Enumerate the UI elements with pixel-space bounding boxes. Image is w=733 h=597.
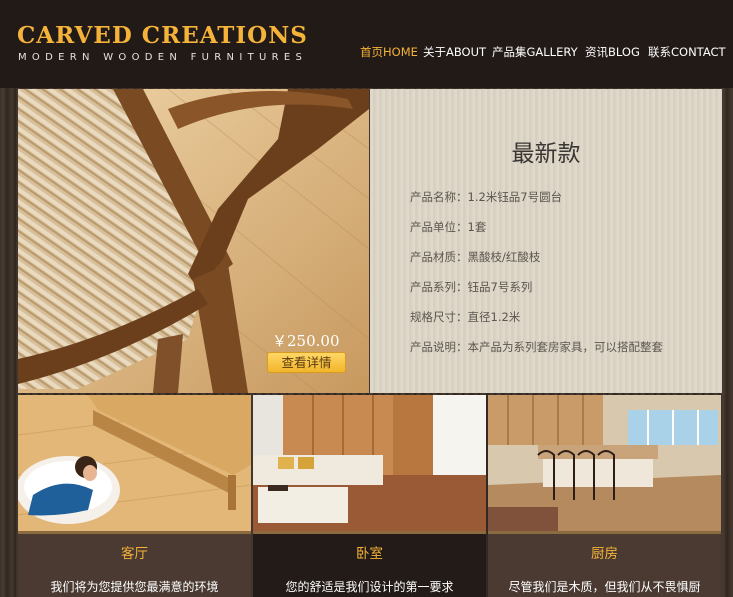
room-card-bedroom[interactable]: 卧室 您的舒适是我们设计的第一要求 xyxy=(253,395,486,597)
nav-blog[interactable]: 资讯BLOG xyxy=(585,44,640,60)
spec-unit: 产品单位：1套 xyxy=(410,220,487,234)
bedroom-caption: 卧室 您的舒适是我们设计的第一要求 xyxy=(253,531,486,597)
nav-contact[interactable]: 联系CONTACT xyxy=(648,44,726,60)
living-room-caption: 客厅 我们将为您提供您最满意的环境 xyxy=(18,531,251,597)
room-title-living[interactable]: 客厅 xyxy=(18,542,251,562)
spec-description: 产品说明：本产品为系列套房家具，可以搭配整套 xyxy=(410,340,663,354)
spec-name: 产品名称：1.2米钰品7号圆台 xyxy=(410,190,563,204)
kitchen-image xyxy=(488,395,721,531)
site-header: CARVED CREATIONS MODERN WOODEN FURNITURE… xyxy=(0,0,733,88)
room-card-living[interactable]: 客厅 我们将为您提供您最满意的环境 xyxy=(18,395,251,597)
bedroom-image xyxy=(253,395,486,531)
room-title-bedroom[interactable]: 卧室 xyxy=(253,542,486,562)
room-title-kitchen[interactable]: 厨房 xyxy=(488,542,721,562)
nav-gallery[interactable]: 产品集GALLERY xyxy=(492,44,578,60)
room-desc-bedroom: 您的舒适是我们设计的第一要求 xyxy=(285,580,454,594)
logo-title[interactable]: CARVED CREATIONS xyxy=(17,22,308,49)
room-desc-kitchen: 尽管我们是木质，但我们从不畏惧厨 xyxy=(508,580,701,594)
nav-home[interactable]: 首页HOME xyxy=(360,44,418,60)
living-room-image xyxy=(18,395,251,531)
logo-subtitle: MODERN WOODEN FURNITURES xyxy=(18,52,308,63)
spec-series: 产品系列：钰品7号系列 xyxy=(410,280,533,294)
product-title: 最新款 xyxy=(511,141,581,167)
view-details-button[interactable]: 查看详情 xyxy=(267,352,346,373)
nav-about[interactable]: 关于ABOUT xyxy=(423,44,486,60)
spec-material: 产品材质：黑酸枝/红酸枝 xyxy=(410,250,541,264)
room-card-kitchen[interactable]: 厨房 尽管我们是木质，但我们从不畏惧厨 xyxy=(488,395,721,597)
product-price: ￥250.00 xyxy=(272,332,340,350)
room-desc-living: 我们将为您提供您最满意的环境 xyxy=(50,580,219,594)
product-info-panel: 最新款 产品名称：1.2米钰品7号圆台 产品单位：1套 产品材质：黑酸枝/红酸枝… xyxy=(370,89,722,393)
spec-size: 规格尺寸：直径1.2米 xyxy=(410,310,521,324)
kitchen-caption: 厨房 尽管我们是木质，但我们从不畏惧厨 xyxy=(488,531,721,597)
